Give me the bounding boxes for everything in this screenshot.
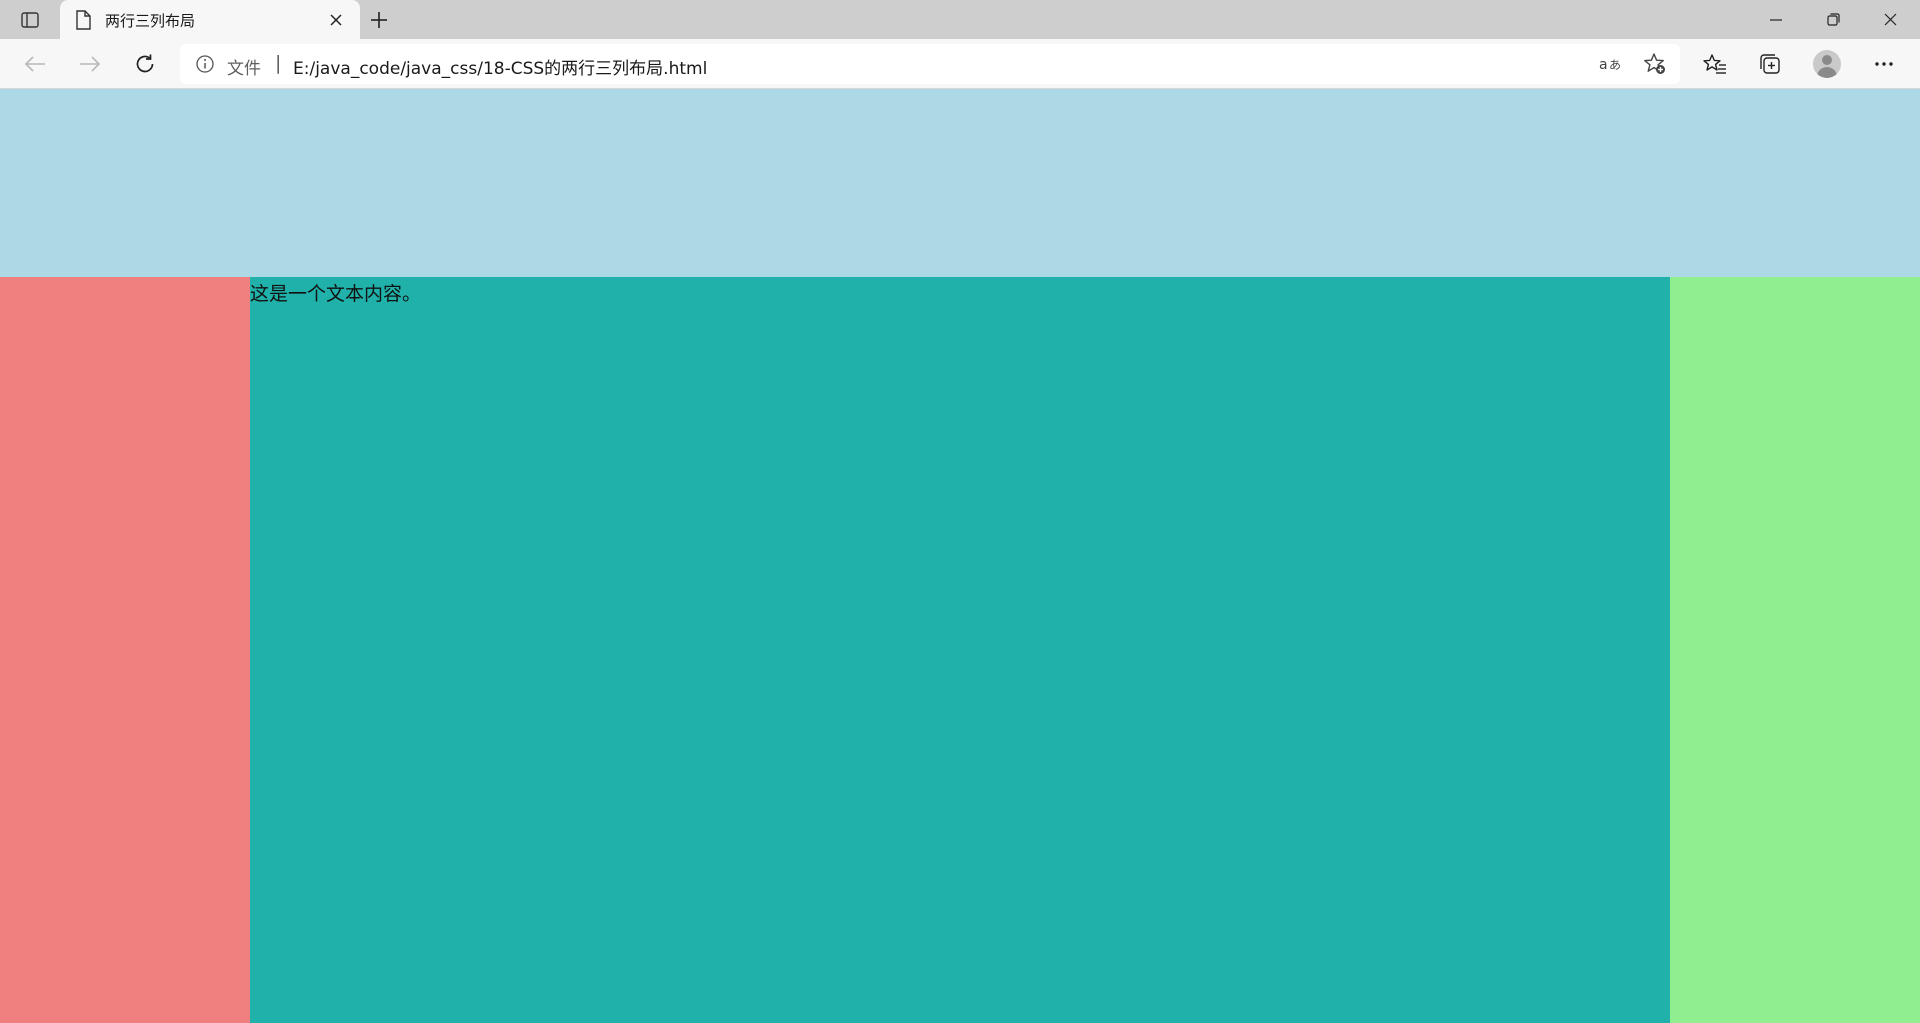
avatar xyxy=(1813,50,1841,78)
collections-button[interactable] xyxy=(1754,48,1786,80)
refresh-button[interactable] xyxy=(129,48,161,80)
browser-toolbar: 文件 | E:/java_code/java_css/18-CSS的两行三列布局… xyxy=(0,39,1920,89)
tab-actions-icon xyxy=(21,11,39,28)
left-column xyxy=(0,277,250,1023)
svg-text:あ: あ xyxy=(1609,58,1621,72)
favorites-button[interactable] xyxy=(1699,48,1731,80)
top-row xyxy=(0,89,1920,277)
new-tab-button[interactable] xyxy=(366,7,392,33)
favorites-list-icon xyxy=(1703,53,1727,75)
refresh-icon xyxy=(134,53,156,75)
url-text[interactable]: E:/java_code/java_css/18-CSS的两行三列布局.html xyxy=(293,54,707,79)
minimize-icon xyxy=(1770,18,1782,21)
svg-text:a: a xyxy=(1599,57,1608,73)
close-icon xyxy=(1884,13,1897,26)
more-button[interactable] xyxy=(1868,48,1900,80)
translate-icon: a あ xyxy=(1599,55,1623,73)
tab-actions-button[interactable] xyxy=(0,0,60,39)
tab-title: 两行三列布局 xyxy=(105,12,196,30)
collections-icon xyxy=(1759,53,1781,75)
scheme-label: 文件 xyxy=(227,59,261,79)
forward-button[interactable] xyxy=(74,48,106,80)
info-icon[interactable] xyxy=(196,55,214,73)
close-icon xyxy=(330,14,342,26)
tab-close-button[interactable] xyxy=(325,9,347,31)
window-close-button[interactable] xyxy=(1863,0,1917,39)
minimize-button[interactable] xyxy=(1749,0,1803,39)
restore-icon xyxy=(1826,13,1840,26)
page-icon xyxy=(74,10,92,30)
middle-column: 这是一个文本内容。 xyxy=(250,277,1670,1023)
address-separator: | xyxy=(275,52,282,74)
page-viewport: 这是一个文本内容。 xyxy=(0,89,1920,1023)
middle-text: 这是一个文本内容。 xyxy=(250,283,422,305)
address-bar[interactable]: 文件 | E:/java_code/java_css/18-CSS的两行三列布局… xyxy=(180,44,1680,84)
arrow-right-icon xyxy=(79,55,101,73)
arrow-left-icon xyxy=(24,55,46,73)
more-icon xyxy=(1874,61,1894,67)
back-button[interactable] xyxy=(19,48,51,80)
restore-button[interactable] xyxy=(1806,0,1860,39)
plus-icon xyxy=(370,11,388,29)
tab-active[interactable]: 两行三列布局 xyxy=(60,0,360,39)
add-favorite-button[interactable] xyxy=(1640,50,1670,78)
right-column xyxy=(1670,277,1920,1023)
star-add-icon xyxy=(1643,52,1667,76)
tab-strip: 两行三列布局 xyxy=(0,0,1920,39)
profile-button[interactable] xyxy=(1811,48,1843,80)
translate-button[interactable]: a あ xyxy=(1596,50,1626,78)
